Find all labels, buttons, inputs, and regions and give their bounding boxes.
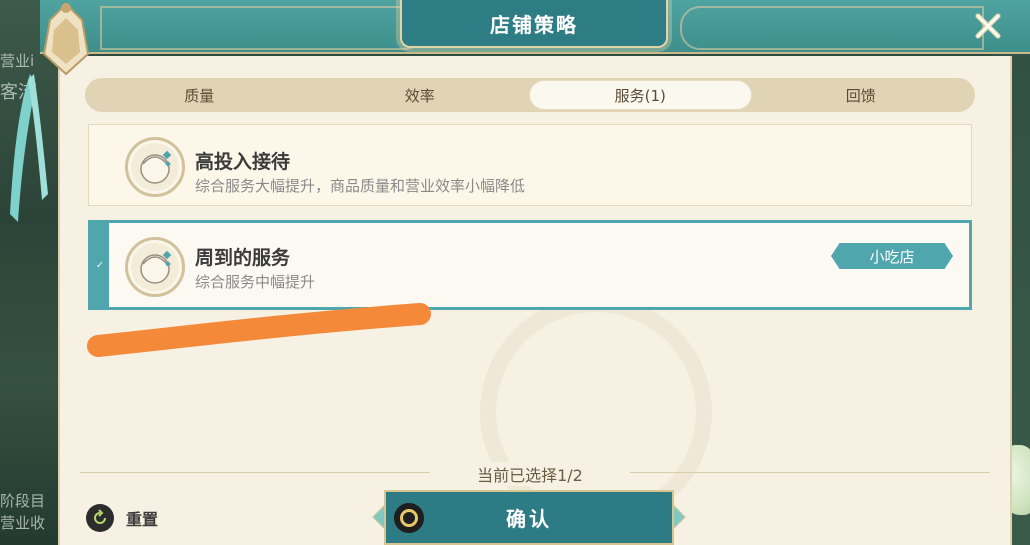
reset-label: 重置 [126, 510, 159, 529]
footer-divider [80, 472, 450, 473]
strategy-title: 周到的服务 [195, 247, 291, 269]
confirm-body: 确认 [384, 490, 674, 545]
reset-button[interactable]: 重置 [86, 503, 158, 533]
bg-text: 营业收 [0, 514, 46, 532]
bg-text: 营业i [0, 52, 35, 70]
check-icon: ✓ [95, 259, 105, 271]
tab-service[interactable]: 服务(1) [530, 81, 751, 109]
selection-count: 当前已选择1/2 [430, 462, 630, 486]
character-avatar-icon [125, 237, 185, 297]
close-x-icon [975, 13, 1001, 39]
confirm-label: 确认 [506, 507, 552, 531]
confirm-key-icon [392, 501, 426, 535]
selected-indicator: ✓ [91, 223, 109, 307]
tab-feedback[interactable]: 回馈 [751, 81, 972, 109]
header-ornament [100, 6, 424, 50]
tab-quality[interactable]: 质量 [89, 81, 310, 109]
bell-emblem-icon [36, 0, 96, 80]
close-button[interactable] [974, 12, 1002, 40]
category-tab-bar: 质量 效率 服务(1) 回馈 [85, 78, 975, 112]
refresh-icon [86, 504, 114, 532]
strategy-title: 高投入接待 [195, 151, 291, 173]
scribble-annotation [87, 303, 431, 357]
confirm-button[interactable]: 确认 [372, 490, 686, 545]
footer-divider [610, 472, 990, 473]
header-ornament [680, 6, 984, 50]
strategy-description: 综合服务中幅提升 [195, 273, 316, 291]
tab-efficiency[interactable]: 效率 [310, 81, 531, 109]
ribbon-decoration [10, 74, 50, 224]
bg-text: 阶段目 [0, 492, 46, 510]
character-avatar-icon [125, 137, 185, 197]
dialog-title: 店铺策略 [400, 0, 668, 48]
shop-type-tag: 小吃店 [831, 243, 953, 269]
strategy-description: 综合服务大幅提升，商品质量和营业效率小幅降低 [195, 177, 526, 195]
strategy-card-selected[interactable]: ✓ 周到的服务 综合服务中幅提升 小吃店 [88, 220, 972, 310]
strategy-card[interactable]: 高投入接待 综合服务大幅提升，商品质量和营业效率小幅降低 [88, 124, 972, 206]
